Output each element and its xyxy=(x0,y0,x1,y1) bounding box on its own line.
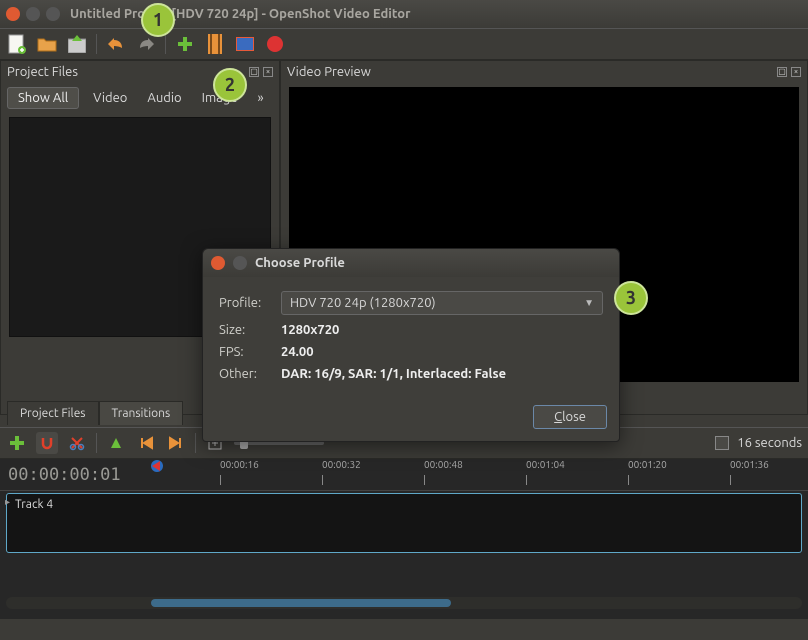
toolbar-separator xyxy=(96,433,97,453)
dialog-title: Choose Profile xyxy=(255,256,345,270)
window-titlebar: Untitled Project [HDV 720 24p] - OpenSho… xyxy=(0,0,808,28)
project-files-title: Project Files xyxy=(7,65,78,79)
ruler-ticks[interactable]: 00:00:16 00:00:32 00:00:48 00:01:04 00:0… xyxy=(150,459,808,490)
new-file-icon[interactable] xyxy=(6,33,28,55)
filter-video[interactable]: Video xyxy=(87,88,133,108)
video-preview-title: Video Preview xyxy=(287,65,371,79)
size-value: 1280x720 xyxy=(281,323,339,337)
dialog-min-icon[interactable] xyxy=(233,256,247,270)
current-time: 00:00:00:01 xyxy=(0,459,150,490)
export-icon[interactable] xyxy=(264,33,286,55)
save-file-icon[interactable] xyxy=(66,33,88,55)
import-icon[interactable] xyxy=(174,33,196,55)
fps-label: FPS: xyxy=(219,345,271,359)
ruler-tick: 00:00:16 xyxy=(220,459,259,470)
ruler-tick: 00:01:36 xyxy=(730,459,769,470)
add-track-icon[interactable] xyxy=(6,432,28,454)
ruler-tick: 00:01:04 xyxy=(526,459,565,470)
window-close-icon[interactable] xyxy=(6,7,20,21)
window-title: Untitled Project [HDV 720 24p] - OpenSho… xyxy=(70,7,410,21)
callout-3: 3 xyxy=(614,281,648,315)
track-label: Track 4 xyxy=(15,498,53,511)
close-button-rest: lose xyxy=(562,410,586,424)
timeline-ruler[interactable]: 00:00:00:01 00:00:16 00:00:32 00:00:48 0… xyxy=(0,459,808,491)
ruler-tick: 00:00:48 xyxy=(424,459,463,470)
window-minimize-icon[interactable] xyxy=(26,7,40,21)
profile-value: HDV 720 24p (1280x720) xyxy=(290,296,436,310)
filter-show-all[interactable]: Show All xyxy=(7,87,79,109)
tab-transitions[interactable]: Transitions xyxy=(99,401,184,425)
timeline: 00:00:00:01 00:00:16 00:00:32 00:00:48 0… xyxy=(0,459,808,619)
filter-audio[interactable]: Audio xyxy=(141,88,187,108)
close-button[interactable]: Close xyxy=(533,405,607,429)
chevron-down-icon: ▼ xyxy=(584,297,594,309)
ruler-tick: 00:01:20 xyxy=(628,459,667,470)
prev-marker-icon[interactable] xyxy=(135,432,157,454)
tab-project-files[interactable]: Project Files xyxy=(7,401,99,425)
profile-icon[interactable] xyxy=(204,33,226,55)
dialog-close-icon[interactable] xyxy=(211,256,225,270)
toolbar-separator xyxy=(96,34,97,54)
other-label: Other: xyxy=(219,367,271,381)
snap-icon[interactable] xyxy=(36,432,58,454)
profile-combobox[interactable]: HDV 720 24p (1280x720) ▼ xyxy=(281,291,603,315)
zoom-box-icon[interactable] xyxy=(715,436,729,450)
scrollbar-thumb[interactable] xyxy=(151,599,451,607)
filter-more[interactable]: » xyxy=(252,91,270,105)
callout-2: 2 xyxy=(213,68,247,102)
other-value: DAR: 16/9, SAR: 1/1, Interlaced: False xyxy=(281,367,506,381)
toolbar-separator xyxy=(195,433,196,453)
next-marker-icon[interactable] xyxy=(165,432,187,454)
panel-undock-icon[interactable]: ▢ xyxy=(777,67,787,77)
chevron-right-icon[interactable]: ▸ xyxy=(5,496,10,508)
fps-value: 24.00 xyxy=(281,345,314,359)
dialog-titlebar[interactable]: Choose Profile xyxy=(203,249,619,277)
marker-icon[interactable] xyxy=(105,432,127,454)
open-file-icon[interactable] xyxy=(36,33,58,55)
zoom-label: 16 seconds xyxy=(737,436,802,450)
panel-undock-icon[interactable]: ▢ xyxy=(249,67,259,77)
razor-icon[interactable] xyxy=(66,432,88,454)
choose-profile-dialog: Choose Profile Profile: HDV 720 24p (128… xyxy=(202,248,620,442)
panel-close-icon[interactable]: × xyxy=(263,67,273,77)
panel-close-icon[interactable]: × xyxy=(791,67,801,77)
toolbar-separator xyxy=(165,34,166,54)
fullscreen-icon[interactable] xyxy=(234,33,256,55)
ruler-tick: 00:00:32 xyxy=(322,459,361,470)
timeline-scrollbar[interactable] xyxy=(6,597,802,609)
undo-icon[interactable] xyxy=(105,33,127,55)
window-maximize-icon[interactable] xyxy=(46,7,60,21)
profile-label: Profile: xyxy=(219,296,271,310)
callout-1: 1 xyxy=(141,3,175,37)
track-row[interactable]: ▸ Track 4 xyxy=(6,493,802,553)
main-toolbar xyxy=(0,28,808,60)
size-label: Size: xyxy=(219,323,271,337)
